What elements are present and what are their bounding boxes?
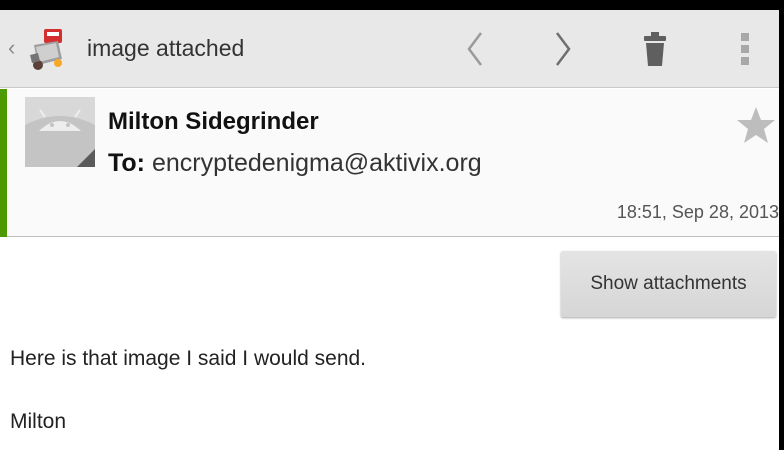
account-color-bar — [0, 89, 7, 237]
recipient-line: To: encryptedenigma@aktivix.org — [108, 147, 482, 179]
star-icon[interactable] — [736, 105, 776, 145]
conversation-title[interactable]: image attached — [87, 32, 244, 64]
back-chevron-icon[interactable]: ‹ — [8, 36, 20, 60]
contact-avatar[interactable] — [25, 97, 95, 167]
show-attachments-button[interactable]: Show attachments — [561, 251, 776, 317]
action-bar: ‹ image attached — [0, 10, 779, 88]
message-date: 18:51, Sep 28, 2013 — [616, 202, 779, 222]
overflow-menu-icon[interactable] — [720, 10, 770, 88]
to-label: To: — [108, 149, 146, 177]
previous-icon[interactable] — [450, 10, 500, 88]
next-icon[interactable] — [538, 10, 588, 88]
message-body-line: Here is that image I said I would send. — [10, 347, 367, 370]
message-signature: Milton — [10, 410, 67, 433]
email-view: ‹ image attached Milton Sidegrinder To: … — [0, 10, 779, 450]
recipient-address[interactable]: encryptedenigma@aktivix.org — [152, 149, 482, 177]
message-header: Milton Sidegrinder To: encryptedenigma@a… — [0, 89, 779, 237]
sender-name[interactable]: Milton Sidegrinder — [108, 107, 319, 137]
trash-icon[interactable] — [630, 10, 680, 88]
app-icon[interactable] — [24, 25, 72, 73]
